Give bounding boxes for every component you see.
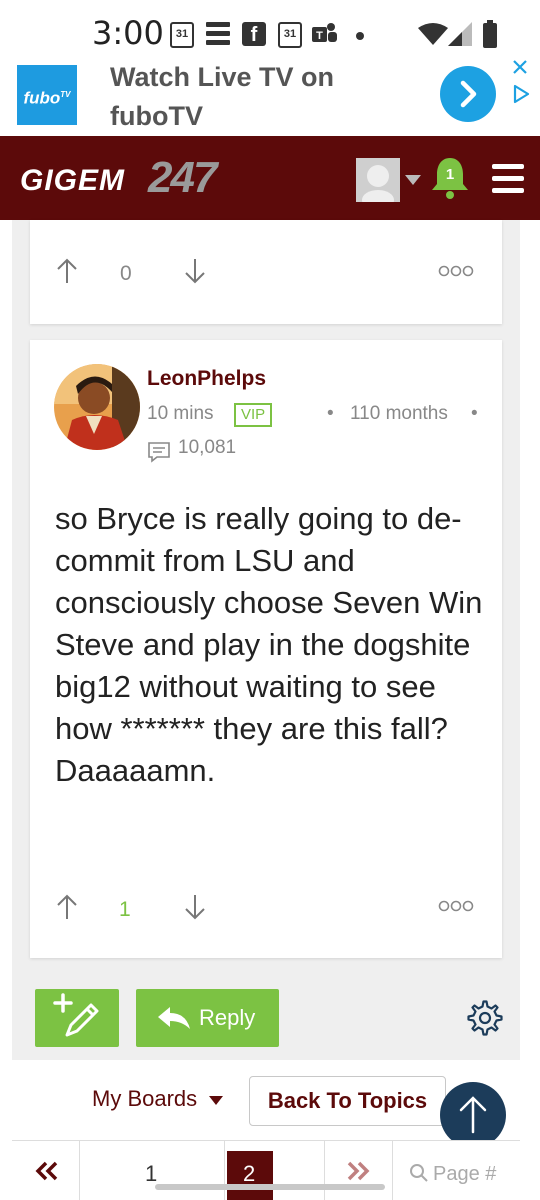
reply-button[interactable]: Reply	[136, 989, 279, 1047]
ad-close-icon[interactable]	[512, 58, 528, 81]
compose-icon	[53, 993, 99, 1037]
dot-icon	[356, 32, 364, 40]
notification-count: 1	[445, 166, 455, 183]
home-indicator	[155, 1184, 385, 1190]
facebook-icon: f	[242, 22, 266, 46]
page-button-current[interactable]: 2	[225, 1141, 325, 1200]
previous-post-card: 0	[30, 220, 502, 324]
ad-open-button[interactable]	[440, 66, 496, 122]
upvote-icon[interactable]	[56, 258, 78, 289]
downvote-icon[interactable]	[184, 894, 206, 925]
downvote-icon[interactable]	[184, 258, 206, 289]
action-bar: Reply	[12, 976, 520, 1060]
post-meta: 10 mins VIP • 110 months •	[147, 403, 487, 431]
my-boards-dropdown[interactable]: My Boards	[92, 1086, 224, 1112]
logo-text: GIGEM	[20, 164, 125, 197]
fubo-logo-superscript: TV	[60, 90, 71, 99]
post-count-icon	[147, 441, 171, 468]
double-chevron-left-icon	[35, 1161, 58, 1181]
page-number: 1	[145, 1161, 158, 1186]
vote-count: 1	[119, 898, 131, 921]
arrow-up-icon	[459, 1096, 487, 1134]
more-options-icon[interactable]	[438, 899, 474, 918]
chevron-right-icon	[460, 80, 477, 108]
status-time: 3:00	[92, 14, 164, 52]
my-boards-label: My Boards	[92, 1086, 198, 1111]
double-chevron-right-icon	[347, 1161, 370, 1181]
teams-icon: T	[312, 22, 338, 46]
page-button[interactable]: 1	[80, 1141, 225, 1200]
calendar-icon: 31	[170, 22, 194, 48]
membership-duration: 110 months	[350, 403, 448, 424]
post-count: 10,081	[178, 437, 237, 458]
first-page-button[interactable]	[12, 1141, 80, 1200]
vote-count: 0	[120, 262, 132, 285]
post-card: LeonPhelps 10 mins VIP • 110 months • 10…	[30, 340, 502, 958]
signal-icon	[448, 22, 472, 48]
post-time[interactable]: 10 mins	[147, 403, 214, 425]
ad-choices-icon[interactable]	[512, 84, 530, 109]
page-jump-placeholder: Page #	[433, 1163, 497, 1185]
upvote-icon[interactable]	[56, 894, 78, 925]
fubo-logo: fuboTV	[17, 65, 77, 125]
post-author-username[interactable]: LeonPhelps	[147, 367, 266, 391]
logo-number: 247	[147, 156, 220, 200]
more-options-icon[interactable]	[438, 264, 474, 283]
separator-dot: •	[471, 403, 478, 424]
ad-headline[interactable]: Watch Live TV on fuboTV	[110, 58, 430, 136]
calendar-icon: 31	[278, 22, 302, 48]
separator-dot: •	[327, 403, 334, 424]
page-jump-input[interactable]: Page #	[393, 1141, 520, 1200]
back-to-topics-button[interactable]: Back To Topics	[249, 1076, 446, 1126]
caret-down-icon	[209, 1095, 224, 1105]
caret-down-icon[interactable]	[405, 172, 421, 190]
pagination: 1 2 Page #	[12, 1140, 520, 1200]
post-body: so Bryce is really going to de-commit fr…	[55, 501, 483, 788]
last-page-button[interactable]	[325, 1141, 393, 1200]
e-icon	[206, 22, 230, 46]
reply-label: Reply	[199, 1005, 256, 1030]
reply-arrow-icon	[158, 1007, 190, 1029]
ad-banner[interactable]: fuboTV Watch Live TV on fuboTV	[0, 56, 540, 136]
svg-text:T: T	[316, 30, 323, 42]
post-author-avatar[interactable]	[54, 364, 140, 450]
search-icon	[410, 1164, 428, 1182]
settings-gear-icon[interactable]	[467, 1000, 503, 1041]
scroll-to-top-button[interactable]	[440, 1082, 506, 1148]
fubo-logo-text: fubo	[23, 88, 61, 108]
page: 3:00 31 f 31 T fuboTV Watch Live TV on f…	[0, 0, 540, 1200]
wifi-icon	[418, 22, 448, 48]
menu-icon[interactable]	[492, 164, 524, 193]
vip-badge: VIP	[234, 403, 273, 427]
site-logo[interactable]: GIGEM 247	[20, 153, 310, 202]
new-topic-button[interactable]	[35, 989, 119, 1047]
user-avatar[interactable]	[356, 158, 400, 210]
battery-icon	[482, 20, 498, 48]
